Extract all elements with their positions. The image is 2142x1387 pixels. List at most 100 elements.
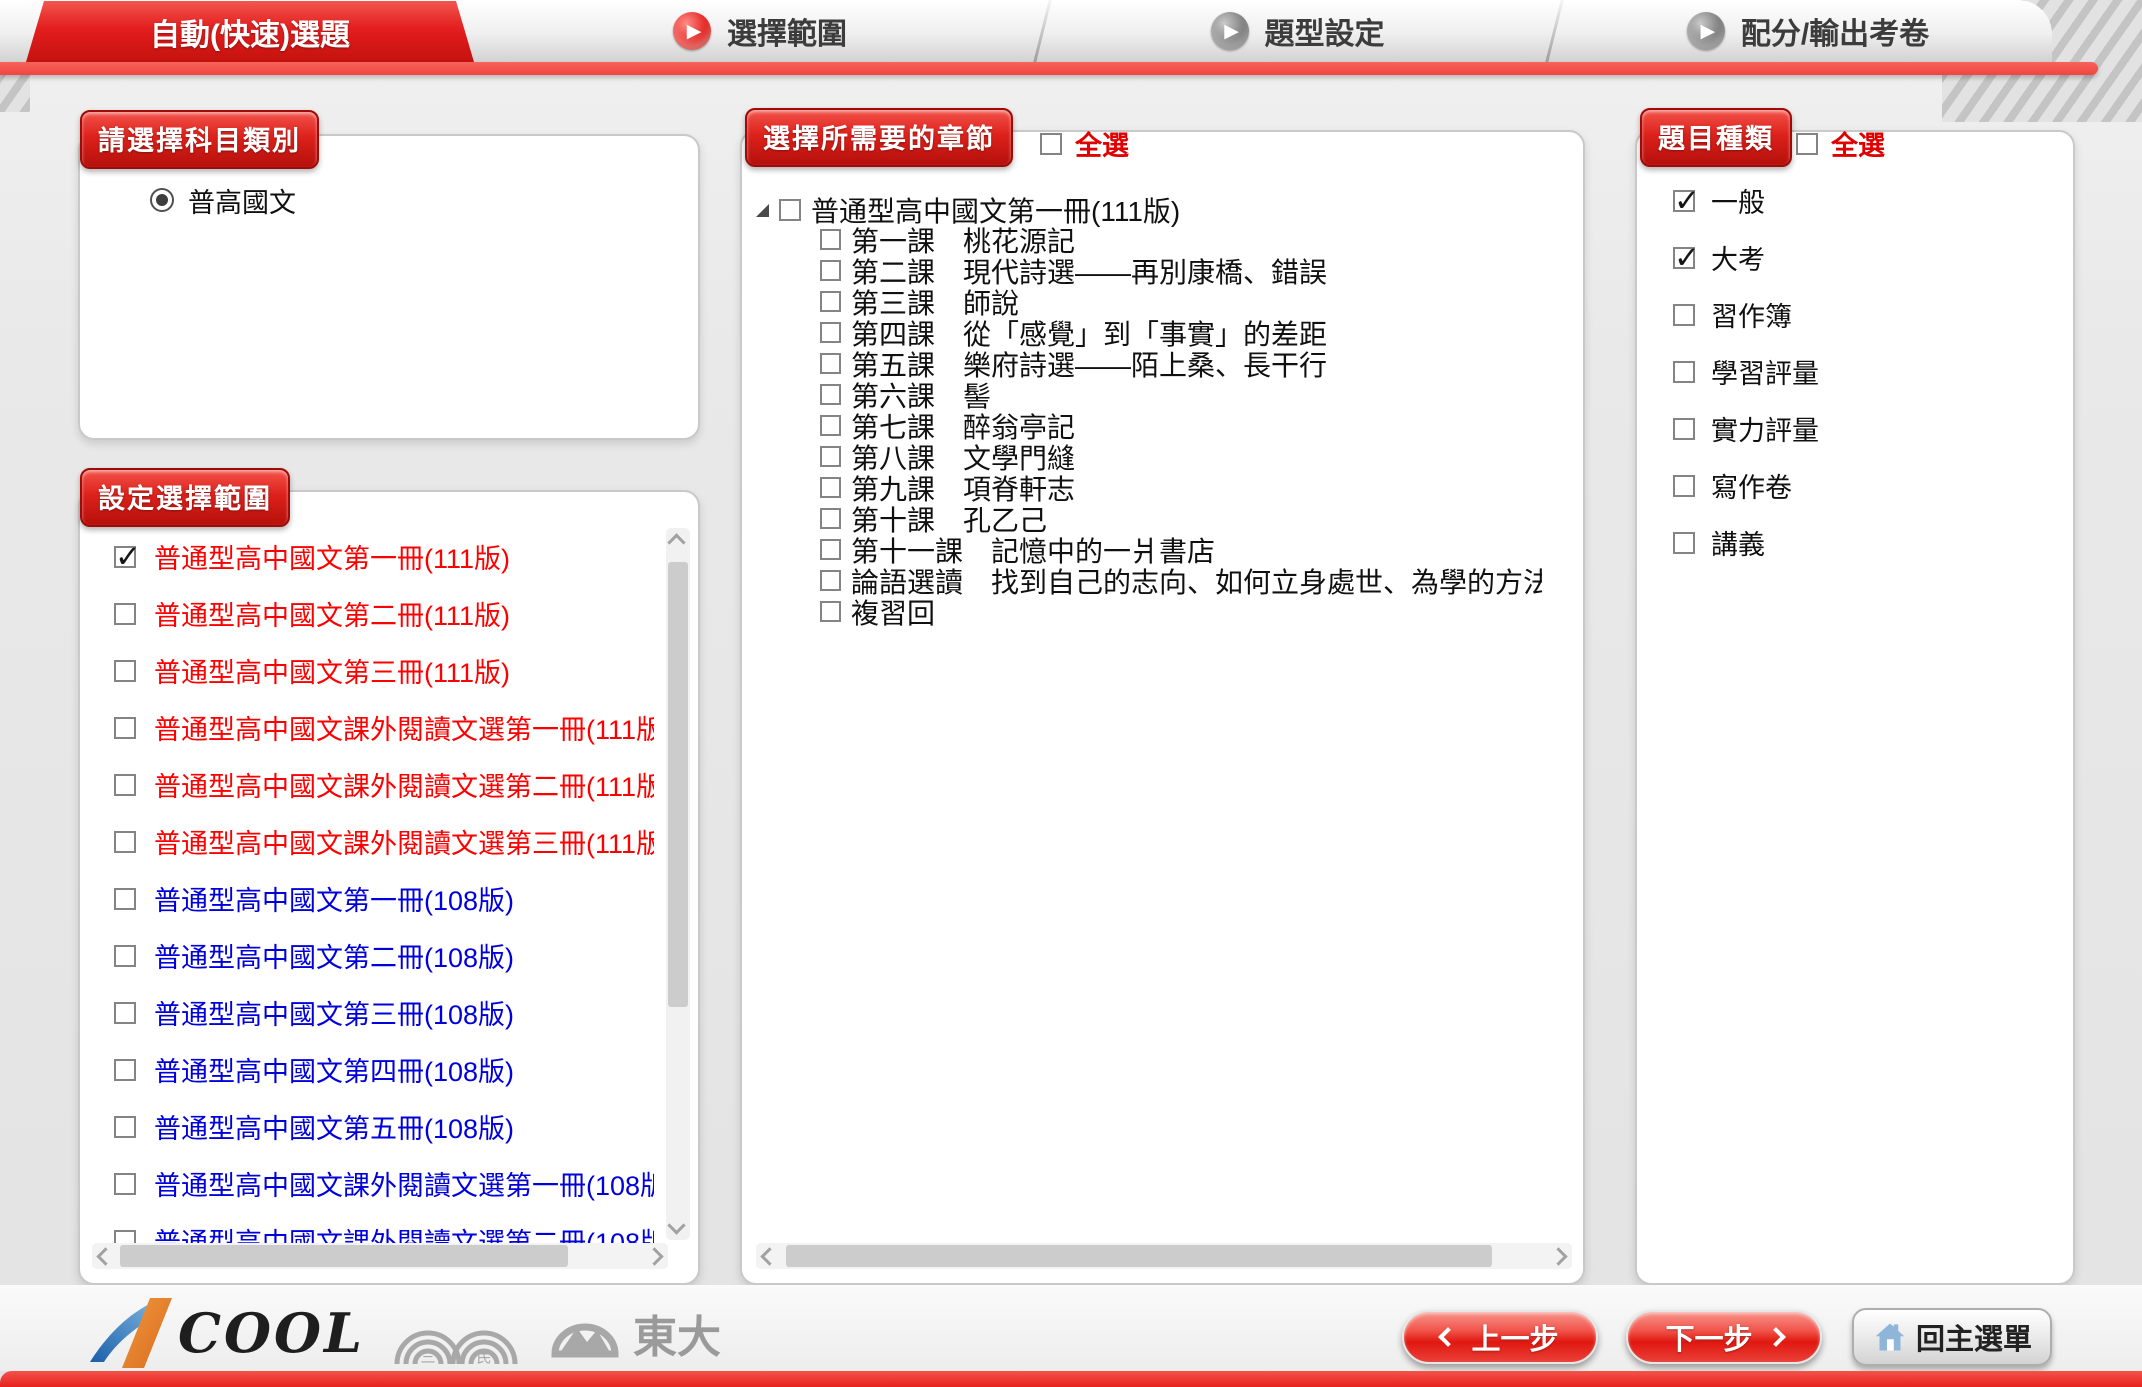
textbook-item[interactable]: 普通型高中國文第一冊(111版) (114, 528, 654, 585)
textbook-item[interactable]: 普通型高中國文課外閱讀文選第二冊(111版) (114, 756, 654, 813)
checkbox-icon[interactable] (1673, 475, 1695, 497)
textbook-item[interactable]: 普通型高中國文課外閱讀文選第一冊(108版) (114, 1155, 654, 1212)
play-icon (673, 12, 711, 50)
textbook-item[interactable]: 普通型高中國文課外閱讀文選第一冊(111版) (114, 699, 654, 756)
tab-auto-quick-select[interactable]: 自動(快速)選題 (26, 1, 474, 62)
checkbox-icon[interactable] (114, 546, 136, 568)
previous-step-button[interactable]: 上一步 (1402, 1310, 1598, 1364)
question-type-item[interactable]: 講義 (1673, 514, 1819, 571)
textbook-item[interactable]: 普通型高中國文第五冊(108版) (114, 1098, 654, 1155)
select-all-checkbox[interactable] (1040, 133, 1062, 155)
question-type-item[interactable]: 習作簿 (1673, 286, 1819, 343)
checkbox-icon[interactable] (114, 717, 136, 739)
cool-logo-text: COOL (178, 1301, 365, 1365)
play-icon (1687, 12, 1725, 50)
expand-triangle-icon[interactable] (756, 204, 769, 217)
types-select-all[interactable]: 全選 (1796, 124, 1885, 163)
tab-label: 選擇範圍 (727, 9, 847, 53)
checkbox-icon[interactable] (114, 1002, 136, 1024)
scroll-up-icon[interactable] (667, 533, 685, 551)
textbook-label: 普通型高中國文第四冊(108版) (154, 1050, 514, 1089)
next-step-button[interactable]: 下一步 (1626, 1310, 1822, 1364)
question-type-item[interactable]: 一般 (1673, 172, 1819, 229)
chapter-label: 複習回 (851, 592, 935, 628)
question-type-item[interactable]: 學習評量 (1673, 343, 1819, 400)
cool-logo: COOL (88, 1296, 365, 1370)
scroll-right-icon[interactable] (1549, 1247, 1567, 1265)
question-type-item[interactable]: 大考 (1673, 229, 1819, 286)
checkbox-icon[interactable] (820, 415, 841, 436)
checkbox-icon[interactable] (820, 539, 841, 560)
textbook-item[interactable]: 普通型高中國文課外閱讀文選第三冊(111版) (114, 813, 654, 870)
radio-icon[interactable] (150, 188, 174, 212)
checkbox-icon[interactable] (1673, 190, 1695, 212)
scroll-left-icon[interactable] (96, 1247, 114, 1265)
scroll-down-icon[interactable] (667, 1216, 685, 1234)
back-to-main-menu-button[interactable]: 回主選單 (1852, 1308, 2052, 1366)
scroll-left-icon[interactable] (760, 1247, 778, 1265)
dongda-logo-text: 東大 (633, 1301, 721, 1365)
subject-option[interactable]: 普高國文 (150, 180, 296, 220)
scrollbar-thumb[interactable] (786, 1245, 1492, 1267)
scrollbar-thumb[interactable] (668, 562, 688, 1007)
checkbox-icon[interactable] (820, 570, 841, 591)
question-type-item[interactable]: 寫作卷 (1673, 457, 1819, 514)
checkbox-icon[interactable] (1673, 361, 1695, 383)
subject-label: 普高國文 (188, 181, 296, 220)
subject-option-list: 普高國文 (150, 180, 296, 220)
previous-step-label: 上一步 (1471, 1316, 1558, 1358)
checkbox-icon[interactable] (114, 888, 136, 910)
checkbox-icon[interactable] (114, 774, 136, 796)
checkbox-icon[interactable] (820, 384, 841, 405)
checkbox-icon[interactable] (820, 477, 841, 498)
scroll-right-icon[interactable] (645, 1247, 663, 1265)
checkbox-icon[interactable] (779, 199, 801, 221)
checkbox-icon[interactable] (820, 322, 841, 343)
horizontal-scrollbar[interactable] (92, 1243, 668, 1269)
checkbox-icon[interactable] (820, 229, 841, 250)
checkbox-icon[interactable] (820, 260, 841, 281)
tab-label: 題型設定 (1265, 9, 1385, 53)
checkbox-icon[interactable] (114, 945, 136, 967)
tab-label: 配分/輸出考卷 (1741, 9, 1929, 53)
tab-select-range[interactable]: 選擇範圍 (482, 0, 1038, 62)
tab-label: 自動(快速)選題 (150, 10, 350, 54)
scrollbar-thumb[interactable] (120, 1245, 568, 1267)
horizontal-scrollbar[interactable] (756, 1243, 1572, 1269)
subject-panel-title: 請選擇科目類別 (80, 110, 319, 169)
checkbox-icon[interactable] (1673, 532, 1695, 554)
checkbox-icon[interactable] (820, 508, 841, 529)
checkbox-icon[interactable] (1673, 418, 1695, 440)
textbook-item[interactable]: 普通型高中國文第二冊(108版) (114, 927, 654, 984)
checkbox-icon[interactable] (114, 1173, 136, 1195)
chapter-item[interactable]: 複習回 (820, 596, 1542, 627)
checkbox-icon[interactable] (1673, 304, 1695, 326)
checkbox-icon[interactable] (114, 1116, 136, 1138)
tab-score-output[interactable]: 配分/輸出考卷 (1558, 0, 2058, 62)
checkbox-icon[interactable] (114, 603, 136, 625)
select-all-checkbox[interactable] (1796, 133, 1818, 155)
textbook-label: 普通型高中國文第三冊(108版) (154, 993, 514, 1032)
textbook-item[interactable]: 普通型高中國文課外閱讀文選第二冊(108版) (114, 1212, 654, 1247)
checkbox-icon[interactable] (820, 353, 841, 374)
tab-question-type-setting[interactable]: 題型設定 (1045, 0, 1550, 62)
play-icon (1211, 12, 1249, 50)
chapters-select-all[interactable]: 全選 (1040, 124, 1129, 163)
textbook-label: 普通型高中國文課外閱讀文選第三冊(111版) (154, 822, 654, 861)
vertical-scrollbar[interactable] (666, 528, 690, 1240)
cool-logo-mark (88, 1296, 184, 1370)
checkbox-icon[interactable] (114, 1059, 136, 1081)
checkbox-icon[interactable] (114, 831, 136, 853)
range-panel: 普通型高中國文第一冊(111版) 普通型高中國文第二冊(111版) 普通型高中國… (78, 490, 700, 1285)
checkbox-icon[interactable] (820, 291, 841, 312)
question-type-item[interactable]: 實力評量 (1673, 400, 1819, 457)
checkbox-icon[interactable] (1673, 247, 1695, 269)
checkbox-icon[interactable] (820, 601, 841, 622)
checkbox-icon[interactable] (820, 446, 841, 467)
textbook-item[interactable]: 普通型高中國文第二冊(111版) (114, 585, 654, 642)
textbook-item[interactable]: 普通型高中國文第三冊(108版) (114, 984, 654, 1041)
textbook-item[interactable]: 普通型高中國文第一冊(108版) (114, 870, 654, 927)
textbook-item[interactable]: 普通型高中國文第三冊(111版) (114, 642, 654, 699)
checkbox-icon[interactable] (114, 660, 136, 682)
textbook-item[interactable]: 普通型高中國文第四冊(108版) (114, 1041, 654, 1098)
